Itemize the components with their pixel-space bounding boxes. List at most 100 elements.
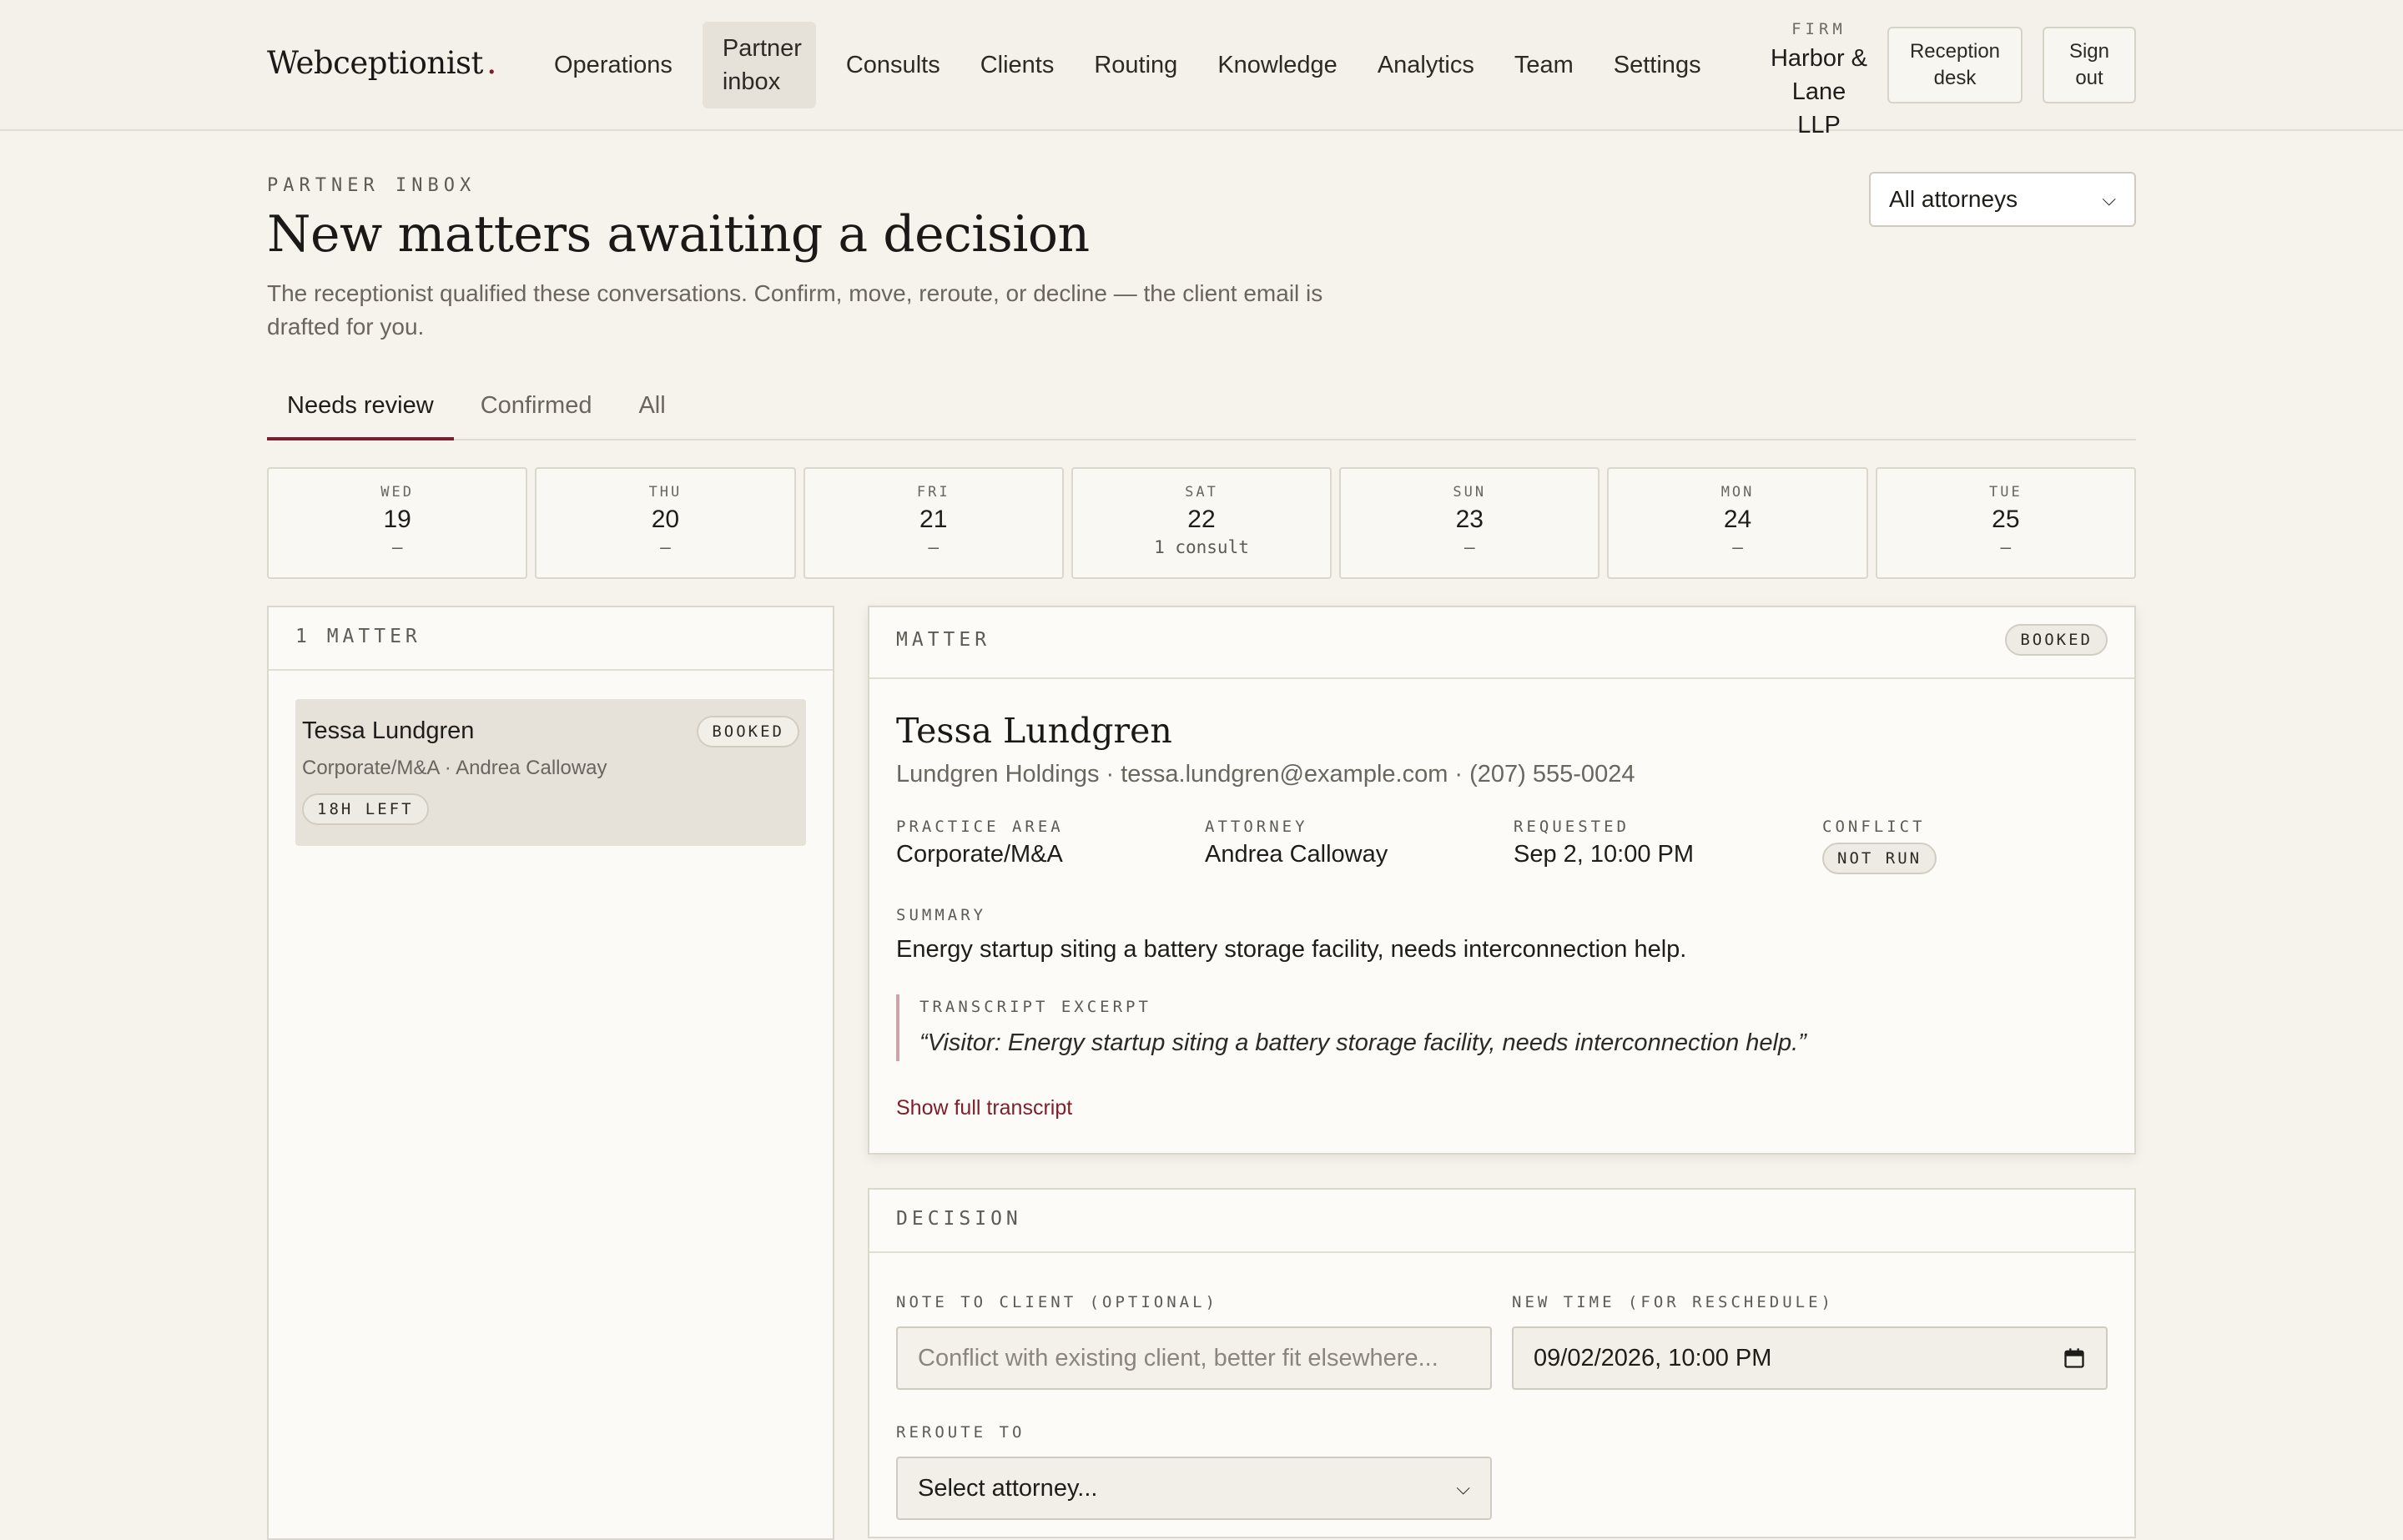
matter-section-label: MATTER: [896, 629, 991, 651]
day-weekday: SUN: [1453, 484, 1487, 501]
day-consult-count: —: [1732, 537, 1743, 557]
nav-routing[interactable]: Routing: [1074, 22, 1197, 108]
client-name: Tessa Lundgren: [896, 711, 1172, 751]
nav-knowledge[interactable]: Knowledge: [1197, 22, 1358, 108]
nav-team[interactable]: Team: [1494, 22, 1594, 108]
day-number: 23: [1455, 506, 1484, 533]
excerpt-text: “Visitor: Energy startup siting a batter…: [919, 1029, 1806, 1056]
nav-partner-inbox[interactable]: Partner inbox: [702, 22, 816, 108]
nav-clients[interactable]: Clients: [960, 22, 1075, 108]
day-cell[interactable]: SUN 23 —: [1339, 467, 1600, 579]
chevron-down-icon: ⌵: [2102, 189, 2116, 209]
attorney-filter-select[interactable]: All attorneys ⌵: [1869, 172, 2136, 227]
field-label: ATTORNEY: [1205, 818, 1308, 836]
nav-analytics[interactable]: Analytics: [1358, 22, 1494, 108]
firm-info: FIRM Harbor & Lane LLP: [1769, 20, 1869, 142]
main-nav: Operations Partner inbox Consults Client…: [534, 22, 1721, 108]
summary-text: Energy startup siting a battery storage …: [896, 936, 1687, 963]
status-badge: BOOKED: [697, 716, 799, 747]
day-consult-count: —: [1463, 537, 1475, 557]
day-cell[interactable]: TUE 25 —: [1875, 467, 2136, 579]
nav-operations[interactable]: Operations: [534, 22, 693, 108]
page-title: New matters awaiting a decision: [267, 205, 1090, 264]
practice-area-field: PRACTICE AREA Corporate/M&A: [896, 818, 1205, 874]
new-time-value: 09/02/2026, 10:00 PM: [1534, 1344, 1772, 1371]
firm-name: Harbor & Lane LLP: [1770, 45, 1868, 138]
day-consult-count: 1 consult: [1154, 537, 1249, 557]
field-value: Corporate/M&A: [896, 841, 1063, 868]
day-consult-count: —: [2000, 537, 2012, 557]
field-value: Andrea Calloway: [1205, 841, 1388, 868]
client-contact: Lundgren Holdings · tessa.lundgren@examp…: [896, 761, 1635, 788]
day-cell[interactable]: FRI 21 —: [803, 467, 1064, 579]
tab-all[interactable]: All: [618, 380, 685, 440]
excerpt-label: TRANSCRIPT EXCERPT: [919, 998, 1151, 1016]
decision-panel: DECISION NOTE TO CLIENT (OPTIONAL) Confl…: [868, 1188, 2136, 1538]
page-eyebrow: PARTNER INBOX: [267, 175, 476, 196]
matter-list-item[interactable]: Tessa Lundgren BOOKED Corporate/M&A · An…: [295, 699, 806, 846]
conflict-status-badge: NOT RUN: [1822, 843, 1937, 874]
logo-dot: .: [486, 43, 497, 82]
new-time-label: NEW TIME (FOR RESCHEDULE): [1512, 1293, 1834, 1311]
day-number: 21: [919, 506, 948, 533]
matter-detail-header: MATTER BOOKED: [869, 607, 2134, 679]
matter-list-panel: 1 MATTER Tessa Lundgren BOOKED Corporate…: [267, 606, 834, 1540]
sign-out-button[interactable]: Sign out: [2043, 27, 2136, 103]
field-label: CONFLICT: [1822, 818, 1926, 836]
day-cell[interactable]: THU 20 —: [535, 467, 796, 579]
day-weekday: SAT: [1185, 484, 1218, 501]
app-logo[interactable]: Webceptionist.: [267, 43, 497, 82]
page-subtitle: The receptionist qualified these convers…: [267, 280, 1323, 340]
top-navigation-bar: Webceptionist. Operations Partner inbox …: [0, 0, 2403, 138]
day-number: 20: [651, 506, 680, 533]
matter-count-header: 1 MATTER: [269, 607, 833, 671]
field-value: Sep 2, 10:00 PM: [1514, 841, 1695, 868]
status-badge: BOOKED: [2005, 624, 2108, 656]
reroute-label: REROUTE TO: [896, 1423, 1025, 1442]
conflict-field: CONFLICT NOT RUN: [1822, 818, 2131, 874]
day-cell[interactable]: WED 19 —: [267, 467, 528, 579]
inbox-tabs: Needs review Confirmed All: [267, 380, 2136, 440]
day-cell[interactable]: MON 24 —: [1607, 467, 1868, 579]
day-strip: WED 19 — THU 20 — FRI 21 — SAT 22 1 cons…: [267, 467, 2136, 579]
firm-label: FIRM: [1791, 20, 1846, 38]
nav-settings[interactable]: Settings: [1594, 22, 1721, 108]
day-number: 24: [1723, 506, 1752, 533]
new-time-input[interactable]: 09/02/2026, 10:00 PM: [1512, 1326, 2108, 1390]
day-number: 19: [383, 506, 411, 533]
day-consult-count: —: [928, 537, 940, 557]
tab-needs-review[interactable]: Needs review: [267, 380, 454, 440]
reception-desk-button[interactable]: Reception desk: [1887, 27, 2023, 103]
summary-label: SUMMARY: [896, 906, 987, 924]
note-to-client-input[interactable]: Conflict with existing client, better fi…: [896, 1326, 1492, 1390]
decision-header: DECISION: [869, 1190, 2134, 1253]
day-weekday: FRI: [916, 484, 950, 501]
nav-consults[interactable]: Consults: [826, 22, 960, 108]
day-weekday: TUE: [1988, 484, 2023, 501]
field-label: PRACTICE AREA: [896, 818, 1064, 836]
day-consult-count: —: [660, 537, 671, 557]
day-consult-count: —: [391, 537, 403, 557]
attorney-filter-value: All attorneys: [1889, 186, 2018, 212]
day-weekday: WED: [380, 484, 414, 501]
day-cell[interactable]: SAT 22 1 consult: [1071, 467, 1332, 579]
day-number: 22: [1187, 506, 1216, 533]
matter-fields: PRACTICE AREA Corporate/M&A ATTORNEY And…: [896, 818, 2131, 874]
show-full-transcript-link[interactable]: Show full transcript: [896, 1096, 1072, 1120]
reroute-value: Select attorney...: [918, 1474, 1098, 1502]
chevron-down-icon: ⌵: [1456, 1477, 1470, 1498]
reroute-attorney-select[interactable]: Select attorney... ⌵: [896, 1457, 1492, 1520]
day-weekday: MON: [1720, 484, 1755, 501]
tab-confirmed[interactable]: Confirmed: [461, 380, 612, 440]
transcript-excerpt: TRANSCRIPT EXCERPT “Visitor: Energy star…: [896, 994, 1806, 1061]
time-left-badge: 18H LEFT: [302, 793, 429, 825]
matter-meta: Corporate/M&A · Andrea Calloway: [302, 757, 607, 779]
calendar-icon[interactable]: [2063, 1346, 2086, 1370]
day-weekday: THU: [648, 484, 683, 501]
logo-text: Webceptionist: [267, 45, 483, 81]
matter-detail-panel: MATTER BOOKED Tessa Lundgren Lundgren Ho…: [868, 606, 2136, 1155]
field-label: REQUESTED: [1514, 818, 1630, 836]
requested-field: REQUESTED Sep 2, 10:00 PM: [1514, 818, 1822, 874]
note-label: NOTE TO CLIENT (OPTIONAL): [896, 1293, 1218, 1311]
day-number: 25: [1992, 506, 2020, 533]
